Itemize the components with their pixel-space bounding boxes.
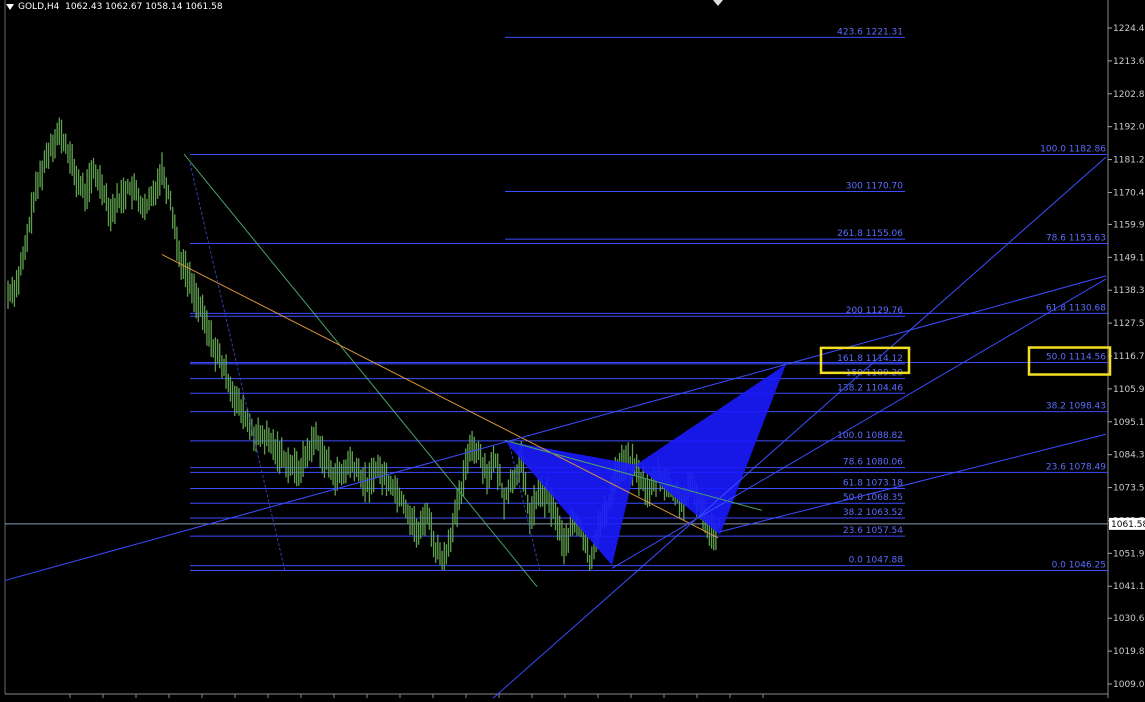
- fib-level-label: 61.8 1073.18: [843, 479, 903, 489]
- y-tick-label: 1019.80: [1113, 647, 1145, 657]
- y-tick-label: 1051.90: [1113, 549, 1145, 559]
- fib-right-label: 0.0 1046.25: [1052, 561, 1106, 571]
- fib-level-label: 0.0 1047.88: [849, 556, 904, 566]
- fib-level-label: 23.6 1057.54: [843, 526, 903, 536]
- chart-area[interactable]: GOLD,H4 1062.43 1062.67 1058.14 1061.58 …: [0, 0, 1145, 702]
- blue-lower-channel: [719, 433, 1107, 533]
- ohlc-readout: 1062.43 1062.67 1058.14 1061.58: [65, 2, 223, 12]
- y-tick-label: 1030.60: [1113, 614, 1145, 624]
- fib-level-label: 300 1170.70: [846, 182, 904, 192]
- y-tick-label: 1159.90: [1113, 220, 1145, 230]
- y-tick-label: 1213.60: [1113, 57, 1145, 67]
- y-tick-label: 1181.20: [1113, 156, 1145, 166]
- fib-level-label: 78.6 1080.06: [843, 458, 903, 468]
- blue-regression-line: [4, 275, 1107, 581]
- y-tick-label: 1009.00: [1113, 680, 1145, 690]
- fib-right-label: 23.6 1078.49: [1046, 462, 1106, 472]
- blue-mid-channel: [611, 278, 1107, 569]
- y-tick-label: 1170.40: [1113, 188, 1145, 198]
- price-chart-svg[interactable]: 1224.40 1213.60 1202.80 1192.00 1181.20 1170.…: [0, 0, 1145, 702]
- fib-level-label: 100.0 1088.82: [837, 431, 903, 441]
- dropdown-triangle-icon[interactable]: [6, 3, 14, 10]
- y-tick-label: 1084.30: [1113, 451, 1145, 461]
- y-tick-label: 1149.10: [1113, 253, 1145, 263]
- fib-level-label: 423.6 1221.31: [837, 27, 903, 37]
- y-tick-label: 1127.50: [1113, 319, 1145, 329]
- y-tick-label: 1116.70: [1113, 352, 1145, 362]
- chart-header: GOLD,H4 1062.43 1062.67 1058.14 1061.58: [6, 2, 223, 12]
- fib-right-label: 50.0 1114.56: [1046, 353, 1106, 363]
- y-tick-label: 1073.50: [1113, 484, 1145, 494]
- orange-trendline: [161, 254, 719, 539]
- y-tick-label: 1138.30: [1113, 286, 1145, 296]
- harmonic-bcd-triangle: [636, 364, 786, 535]
- blue-dashed-projection: [189, 163, 286, 572]
- current-price-badge-text: 1061.58: [1111, 520, 1145, 530]
- symbol-label: GOLD,H4: [18, 2, 60, 12]
- scroll-chevron-icon: [713, 0, 723, 6]
- y-tick-label: 1224.40: [1113, 24, 1145, 34]
- green-trendline: [183, 153, 538, 587]
- y-tick-label: 1041.10: [1113, 582, 1145, 592]
- fib-level-label: 200 1129.76: [846, 306, 904, 316]
- y-tick-label: 1192.00: [1113, 123, 1145, 133]
- fib-level-label: 38.2 1063.52: [843, 508, 903, 518]
- blue-upper-channel: [488, 156, 1107, 702]
- y-tick-label: 1202.80: [1113, 90, 1145, 100]
- fib-level-label: 261.8 1155.06: [837, 229, 903, 239]
- y-tick-label: 1095.10: [1113, 418, 1145, 428]
- y-tick-label: 1105.90: [1113, 385, 1145, 395]
- fib-level-label: 138.2 1104.46: [837, 383, 903, 393]
- fib-right-label: 100.0 1182.86: [1040, 145, 1106, 155]
- fib-right-label: 78.6 1153.63: [1046, 234, 1106, 244]
- fib-right-label: 38.2 1098.43: [1046, 402, 1106, 412]
